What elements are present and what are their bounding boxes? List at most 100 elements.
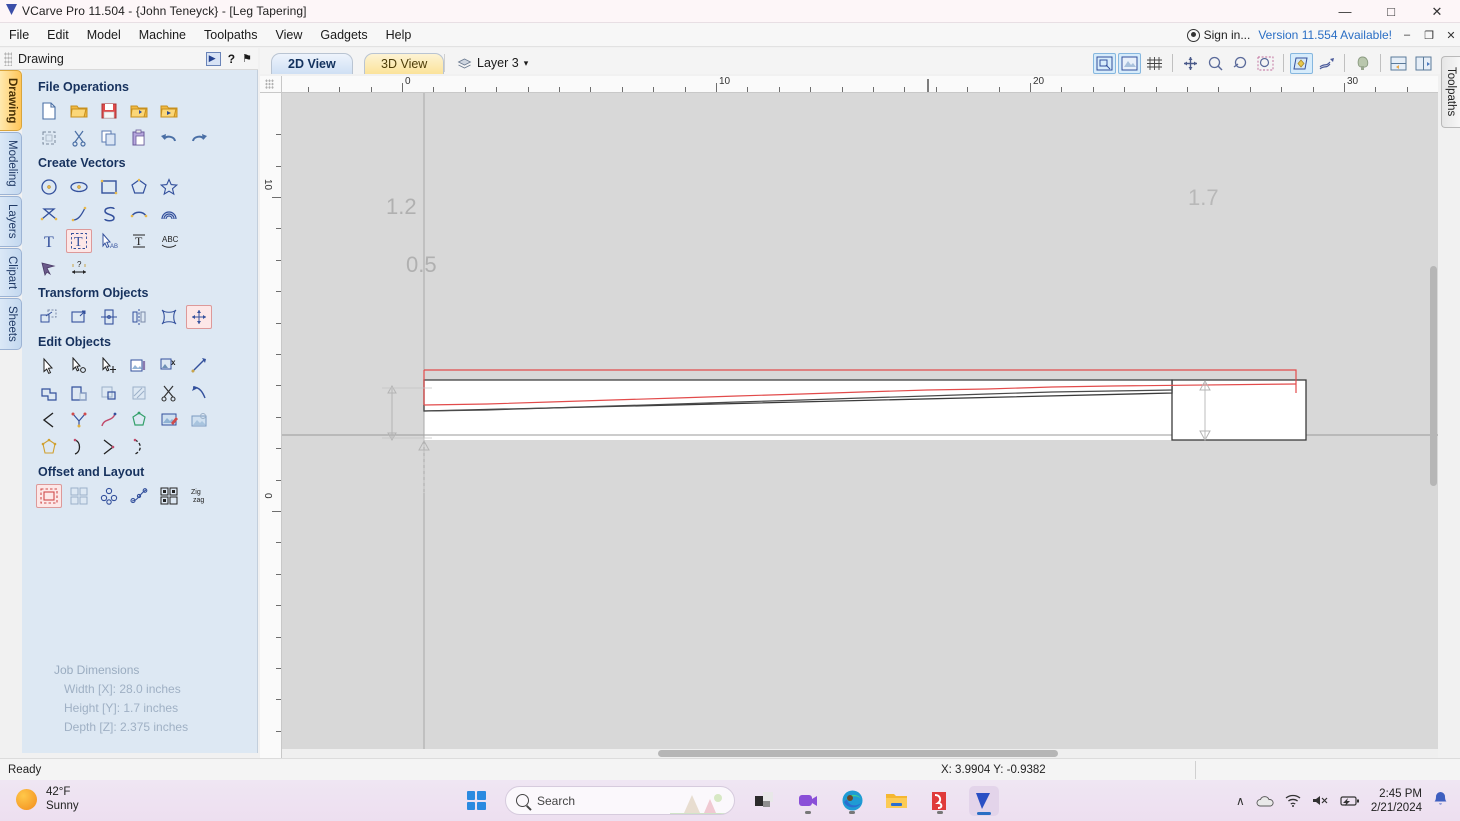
polygon-nodes-icon[interactable]	[36, 435, 62, 459]
zoom-to-job-icon[interactable]	[1118, 52, 1141, 74]
mdi-restore-button[interactable]: ❐	[1422, 29, 1436, 42]
tab-3d-view[interactable]: 3D View	[364, 53, 445, 74]
layer-selector[interactable]: Layer 3 ▾	[444, 54, 528, 72]
arc-tool-icon[interactable]	[126, 202, 152, 226]
curve-segment-icon[interactable]	[66, 435, 92, 459]
sidebar-tab-sheets[interactable]: Sheets	[0, 297, 22, 350]
node-edit-icon[interactable]	[66, 354, 92, 378]
smooth-curve-icon[interactable]	[96, 408, 122, 432]
polygon-tool-icon[interactable]	[126, 175, 152, 199]
split-view-horizontal-icon[interactable]	[1387, 53, 1410, 74]
ellipse-tool-icon[interactable]	[66, 175, 92, 199]
split-view-vertical-icon[interactable]	[1412, 53, 1435, 74]
sidebar-tab-clipart[interactable]: Clipart	[0, 247, 22, 297]
menu-toolpaths[interactable]: Toolpaths	[195, 25, 267, 45]
text-on-path-icon[interactable]: T	[126, 229, 152, 253]
tray-chevron-up-icon[interactable]: ∧	[1236, 794, 1245, 808]
minimize-button[interactable]: —	[1322, 0, 1368, 23]
intersect-icon[interactable]	[96, 381, 122, 405]
taskbar-app-file-explorer[interactable]	[881, 786, 911, 816]
taskbar-search[interactable]: Search	[505, 786, 735, 815]
select-arrow-icon[interactable]	[36, 354, 62, 378]
weld-icon[interactable]	[36, 381, 62, 405]
pan-tool-icon[interactable]	[1179, 53, 1202, 74]
open-vector-icon[interactable]	[36, 408, 62, 432]
tab-2d-view[interactable]: 2D View	[271, 53, 353, 74]
circle-tool-icon[interactable]	[36, 175, 62, 199]
sidebar-tab-modeling[interactable]: Modeling	[0, 132, 22, 196]
fill-pattern-icon[interactable]	[126, 381, 152, 405]
move-object-icon[interactable]	[36, 305, 62, 329]
taskbar-app-teams[interactable]	[793, 786, 823, 816]
toolpaths-side-tab[interactable]: Toolpaths	[1441, 56, 1460, 128]
subtract-icon[interactable]	[66, 381, 92, 405]
close-button[interactable]: ✕	[1414, 0, 1460, 23]
chevron-down-icon[interactable]: ▾	[524, 58, 529, 69]
zigzag-layout-icon[interactable]: Zig zag	[186, 484, 212, 508]
vertical-scrollbar[interactable]	[1429, 266, 1438, 486]
zoom-region-icon[interactable]	[1254, 53, 1277, 74]
export-file-icon[interactable]	[156, 99, 182, 123]
nesting-icon[interactable]	[156, 484, 182, 508]
menu-gadgets[interactable]: Gadgets	[311, 25, 376, 45]
horizontal-scrollbar[interactable]	[282, 749, 1438, 758]
measure-tool-icon[interactable]	[186, 354, 212, 378]
battery-icon[interactable]	[1340, 795, 1360, 807]
spiral-tool-icon[interactable]	[96, 202, 122, 226]
import-file-icon[interactable]	[126, 99, 152, 123]
notification-bell-icon[interactable]	[1433, 791, 1448, 810]
menu-view[interactable]: View	[267, 25, 312, 45]
mdi-minimize-button[interactable]: –	[1400, 29, 1414, 41]
distort-object-icon[interactable]	[156, 305, 182, 329]
mirror-object-icon[interactable]	[126, 305, 152, 329]
close-vector-icon[interactable]	[126, 408, 152, 432]
scale-object-icon[interactable]	[66, 305, 92, 329]
open-file-icon[interactable]	[66, 99, 92, 123]
select-all-icon[interactable]	[36, 126, 62, 150]
node-points-icon[interactable]	[66, 408, 92, 432]
menu-model[interactable]: Model	[78, 25, 130, 45]
zoom-to-selection-icon[interactable]	[1093, 52, 1116, 74]
bezier-segment-icon[interactable]	[126, 435, 152, 459]
menu-edit[interactable]: Edit	[38, 25, 78, 45]
sidebar-tab-drawing[interactable]: Drawing	[0, 70, 22, 132]
horizontal-scroll-thumb[interactable]	[658, 750, 1058, 757]
zoom-out-icon[interactable]	[1229, 53, 1252, 74]
menu-file[interactable]: File	[0, 25, 38, 45]
star-tool-icon[interactable]	[156, 175, 182, 199]
deform-object-icon[interactable]	[186, 305, 212, 329]
trace-bitmap-icon[interactable]	[36, 256, 62, 280]
taskbar-app-sketchup[interactable]	[925, 786, 955, 816]
taskbar-app-edge[interactable]	[837, 786, 867, 816]
show-3d-model-icon[interactable]	[1351, 53, 1374, 74]
curve-tool-icon[interactable]	[66, 202, 92, 226]
onedrive-icon[interactable]	[1256, 795, 1274, 807]
toggle-grid-icon[interactable]	[1143, 53, 1166, 74]
rotate-object-icon[interactable]	[96, 305, 122, 329]
mdi-close-button[interactable]: ✕	[1444, 29, 1458, 42]
fit-to-bitmap-icon[interactable]	[126, 354, 152, 378]
rectangle-tool-icon[interactable]	[96, 175, 122, 199]
array-copy-icon[interactable]	[66, 484, 92, 508]
offset-vectors-icon[interactable]	[36, 484, 62, 508]
new-file-icon[interactable]	[36, 99, 62, 123]
redo-icon[interactable]	[186, 126, 212, 150]
show-toolpaths-icon[interactable]	[1315, 53, 1338, 74]
save-file-icon[interactable]	[96, 99, 122, 123]
join-vectors-icon[interactable]	[186, 381, 212, 405]
start-button[interactable]	[461, 786, 491, 816]
panel-expand-icon[interactable]	[205, 51, 221, 66]
undo-icon[interactable]	[156, 126, 182, 150]
text-select-tool-icon[interactable]: AB	[96, 229, 122, 253]
taskbar-app-vcarve[interactable]	[969, 785, 999, 816]
trim-vectors-icon[interactable]	[156, 381, 182, 405]
taskbar-clock[interactable]: 2:45 PM 2/21/2024	[1371, 787, 1422, 815]
copy-along-curve-icon[interactable]	[126, 484, 152, 508]
menu-help[interactable]: Help	[377, 25, 421, 45]
sign-in-button[interactable]: Sign in...	[1186, 28, 1250, 42]
move-node-icon[interactable]	[96, 354, 122, 378]
dimension-tool-icon[interactable]: ?	[66, 256, 92, 280]
crop-bitmap-icon[interactable]	[186, 408, 212, 432]
menu-machine[interactable]: Machine	[130, 25, 195, 45]
arc-segment-icon[interactable]	[96, 435, 122, 459]
